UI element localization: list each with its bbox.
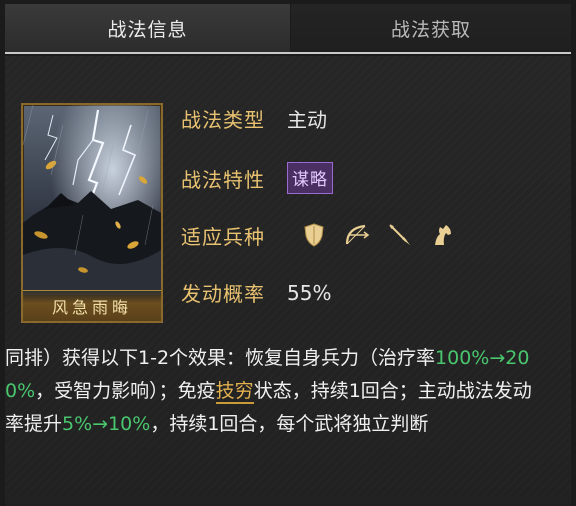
scroll-fade xyxy=(5,486,571,506)
tab-skill-acquire[interactable]: 战法获取 xyxy=(291,4,571,52)
trigger-rate-label: 发动概率 xyxy=(181,282,265,306)
row-troop-types: 适应兵种 xyxy=(181,220,469,250)
tab-bar: 战法信息 战法获取 xyxy=(0,0,576,56)
skill-description: 同排）获得以下1-2个效果：恢复自身兵力（治疗率100%→200%，受智力影响）… xyxy=(5,342,550,441)
desc-text-2: ，受智力影响）；免疫 xyxy=(35,380,216,402)
spear-icon xyxy=(383,220,417,250)
tab-divider xyxy=(5,52,571,54)
desc-keyword-link[interactable]: 技穷 xyxy=(215,380,254,404)
row-skill-type: 战法类型 主动 xyxy=(181,104,327,133)
troop-types-label: 适应兵种 xyxy=(181,224,265,249)
shield-icon xyxy=(297,220,331,250)
skill-panel: 风急雨晦 战法类型 主动 战法特性 谋略 适应兵种 发动概率 55% 同排）获得… xyxy=(5,56,571,506)
troop-icons xyxy=(287,220,469,250)
row-skill-trait: 战法特性 谋略 xyxy=(181,162,333,194)
skill-type-value: 主动 xyxy=(287,108,327,132)
horse-icon xyxy=(426,220,460,250)
desc-rate-boost: 5%→10% xyxy=(62,413,151,435)
desc-text-4: ，持续1回合，每个武将独立判断 xyxy=(150,413,429,435)
bow-icon xyxy=(340,220,374,250)
desc-text-1: 同排）获得以下1-2个效果：恢复自身兵力（治疗率 xyxy=(5,347,436,369)
skill-trait-badge: 谋略 xyxy=(287,162,333,194)
skill-card-title: 风急雨晦 xyxy=(23,290,161,321)
skill-card: 风急雨晦 xyxy=(21,103,163,323)
tab-skill-info[interactable]: 战法信息 xyxy=(5,4,290,52)
storm-artwork xyxy=(23,105,161,321)
skill-type-label: 战法类型 xyxy=(181,108,265,132)
row-trigger-rate: 发动概率 55% xyxy=(181,278,331,307)
skill-trait-label: 战法特性 xyxy=(181,167,265,192)
trigger-rate-value: 55% xyxy=(287,280,332,305)
